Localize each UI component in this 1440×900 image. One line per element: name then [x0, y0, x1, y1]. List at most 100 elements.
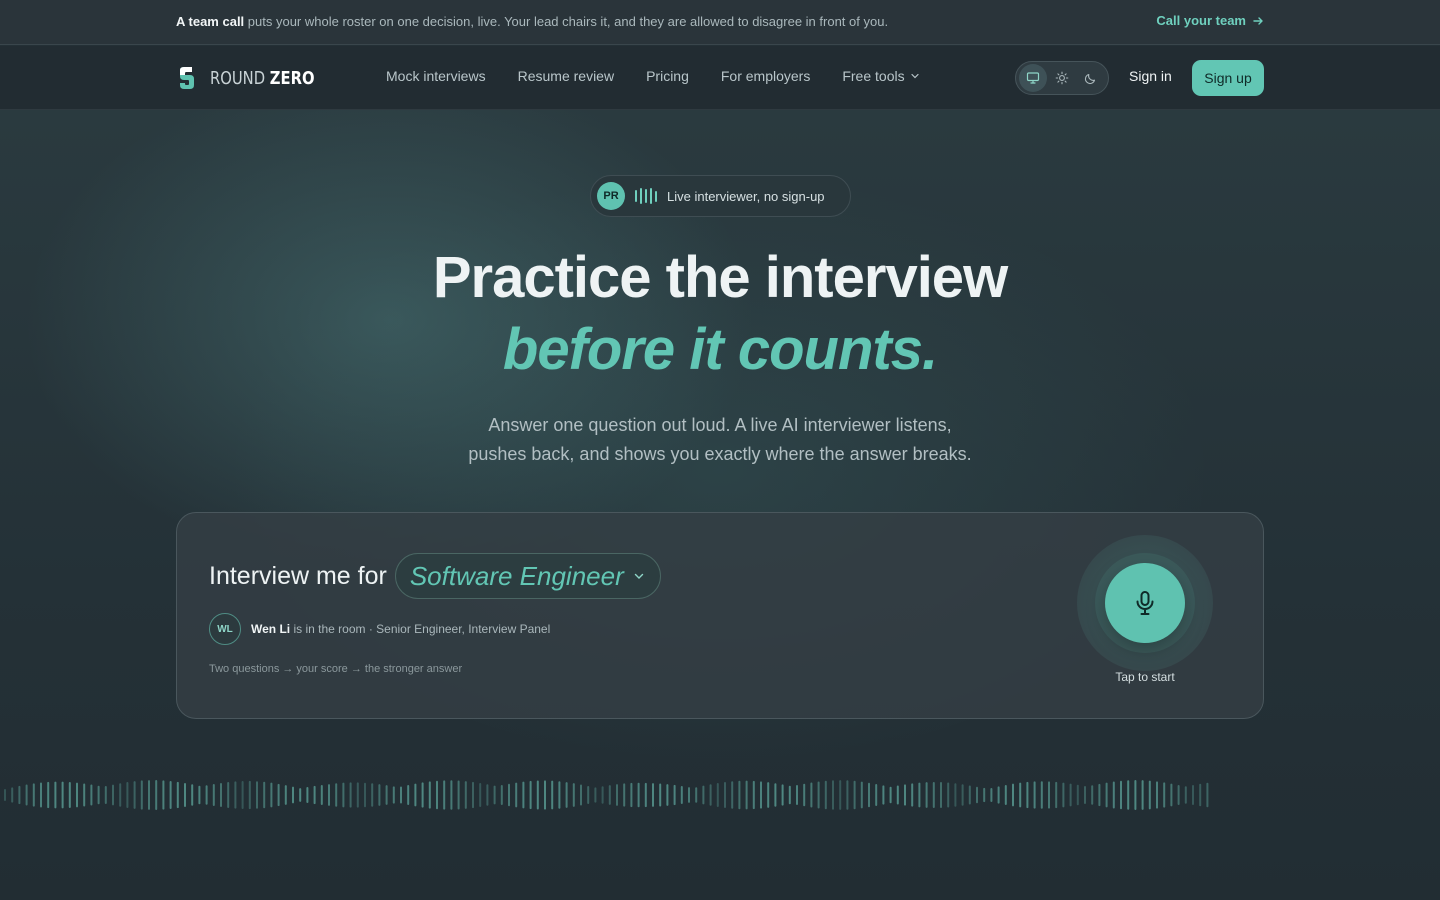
nav-link-for-employers[interactable]: For employers: [721, 68, 810, 84]
waveform-bar: [1033, 781, 1036, 809]
waveform-bar: [1134, 780, 1137, 810]
interview-card: Interview me for Software Engineer WL We…: [176, 512, 1264, 719]
interviewer-info: WL Wen Li is in the room · Senior Engine…: [209, 613, 550, 645]
waveform-bar: [508, 783, 510, 807]
waveform-bar: [500, 785, 503, 805]
waveform-bar: [839, 780, 842, 810]
waveform-bar: [148, 780, 150, 810]
waveform-bar: [616, 784, 618, 806]
waveform-bar: [1148, 780, 1151, 810]
waveform-bar: [220, 782, 222, 808]
theme-light-button[interactable]: [1048, 64, 1076, 92]
waveform-bar: [162, 780, 165, 810]
waveform-bar: [112, 784, 114, 806]
start-mic-button[interactable]: [1105, 563, 1185, 643]
announcement-text: A team call puts your whole roster on on…: [176, 14, 889, 29]
waveform-bar: [868, 782, 870, 808]
waveform-bar: [1184, 786, 1187, 804]
waveform-bar: [522, 781, 525, 809]
waveform-bar: [464, 781, 467, 809]
waveform-bar: [558, 781, 561, 809]
waveform-bar: [796, 785, 798, 805]
page-title-accent: before it counts.: [502, 317, 938, 382]
sign-in-link[interactable]: Sign in: [1129, 68, 1172, 84]
nav-link-resume-review[interactable]: Resume review: [518, 68, 614, 84]
waveform-bar: [342, 782, 345, 808]
waveform-bar: [875, 783, 878, 807]
theme-system-button[interactable]: [1019, 64, 1048, 92]
waveform-bar: [1192, 784, 1194, 806]
waveform-bar: [940, 782, 942, 808]
waveform-bar: [1177, 785, 1180, 805]
waveform-bar: [882, 785, 885, 805]
logo[interactable]: ROUND ZERO: [176, 66, 337, 90]
waveform-bar: [493, 785, 496, 805]
waveform-bar: [83, 783, 86, 807]
nav-link-pricing[interactable]: Pricing: [646, 68, 689, 84]
waveform-bar: [709, 784, 712, 806]
sign-up-button[interactable]: Sign up: [1192, 60, 1264, 96]
waveform-bar: [40, 782, 42, 808]
waveform-bar: [169, 780, 172, 810]
free-tools-label: Free tools: [842, 68, 905, 84]
waveform-bar: [356, 782, 359, 808]
waveform-bar: [1141, 780, 1144, 810]
waveform-bar: [1084, 786, 1086, 804]
role-select[interactable]: Software Engineer: [394, 553, 661, 599]
theme-dark-button[interactable]: [1077, 64, 1105, 92]
waveform-bar: [32, 783, 35, 807]
page-title: Practice the interview: [432, 245, 1008, 310]
announcement-bar: A team call puts your whole roster on on…: [0, 0, 1440, 45]
waveform-bar: [529, 780, 532, 810]
nav-links: Mock interviews Resume review Pricing Fo…: [386, 68, 920, 84]
nav-link-free-tools[interactable]: Free tools: [842, 68, 919, 84]
call-your-team-link[interactable]: Call your team: [1156, 13, 1264, 28]
waveform-bar: [212, 784, 215, 806]
waveform-bar: [652, 783, 654, 807]
waveform-bar: [176, 781, 179, 809]
waveform-bar: [1112, 781, 1115, 809]
nav-link-mock-interviews[interactable]: Mock interviews: [386, 68, 486, 84]
tap-to-start-label: Tap to start: [1115, 670, 1175, 684]
waveform-bar: [436, 780, 438, 810]
waveform-bar: [443, 780, 446, 810]
waveform-bar: [601, 786, 604, 804]
waveform-bar: [133, 781, 136, 809]
arrow-right-icon: [1253, 16, 1263, 25]
waveform-bar: [76, 782, 78, 808]
waveform-bar: [1199, 783, 1202, 807]
theme-toggle: [1015, 61, 1109, 95]
waveform-bar: [227, 782, 230, 808]
waveform-bar: [1019, 782, 1022, 808]
waveform-bar: [954, 783, 957, 807]
waveform-bar: [832, 780, 834, 810]
pill-text: Live interviewer, no sign-up: [667, 188, 825, 204]
waveform-bar: [781, 784, 784, 806]
waveform-bar: [1091, 785, 1094, 805]
chevron-down-icon: [910, 73, 919, 79]
waveform-bar: [400, 786, 402, 804]
waveform-bar: [1105, 782, 1108, 808]
waveform-bar: [580, 784, 582, 806]
sun-icon: [1055, 71, 1069, 85]
audio-bars-icon: [635, 188, 657, 204]
waveform-bar: [961, 784, 964, 806]
waveform-bar: [320, 784, 323, 806]
waveform-bar: [990, 787, 993, 803]
avatar: PR: [597, 182, 625, 210]
waveform-bar: [90, 784, 93, 806]
waveform-bar: [976, 786, 978, 804]
moon-icon: [1084, 73, 1095, 85]
waveform-bar: [680, 785, 683, 805]
waveform-bar: [256, 781, 258, 809]
waveform-bar: [536, 780, 539, 810]
waveform-bar: [702, 785, 705, 805]
waveform-bar: [1076, 784, 1079, 806]
waveform-bar: [486, 784, 489, 806]
waveform-bar: [349, 782, 352, 808]
hero-subtitle-line-2: pushes back, and shows you exactly where…: [468, 444, 972, 464]
waveform-bar: [630, 782, 633, 808]
waveform-bar: [457, 780, 460, 810]
mic-ring: [1077, 535, 1213, 671]
waveform-bar: [846, 780, 849, 810]
